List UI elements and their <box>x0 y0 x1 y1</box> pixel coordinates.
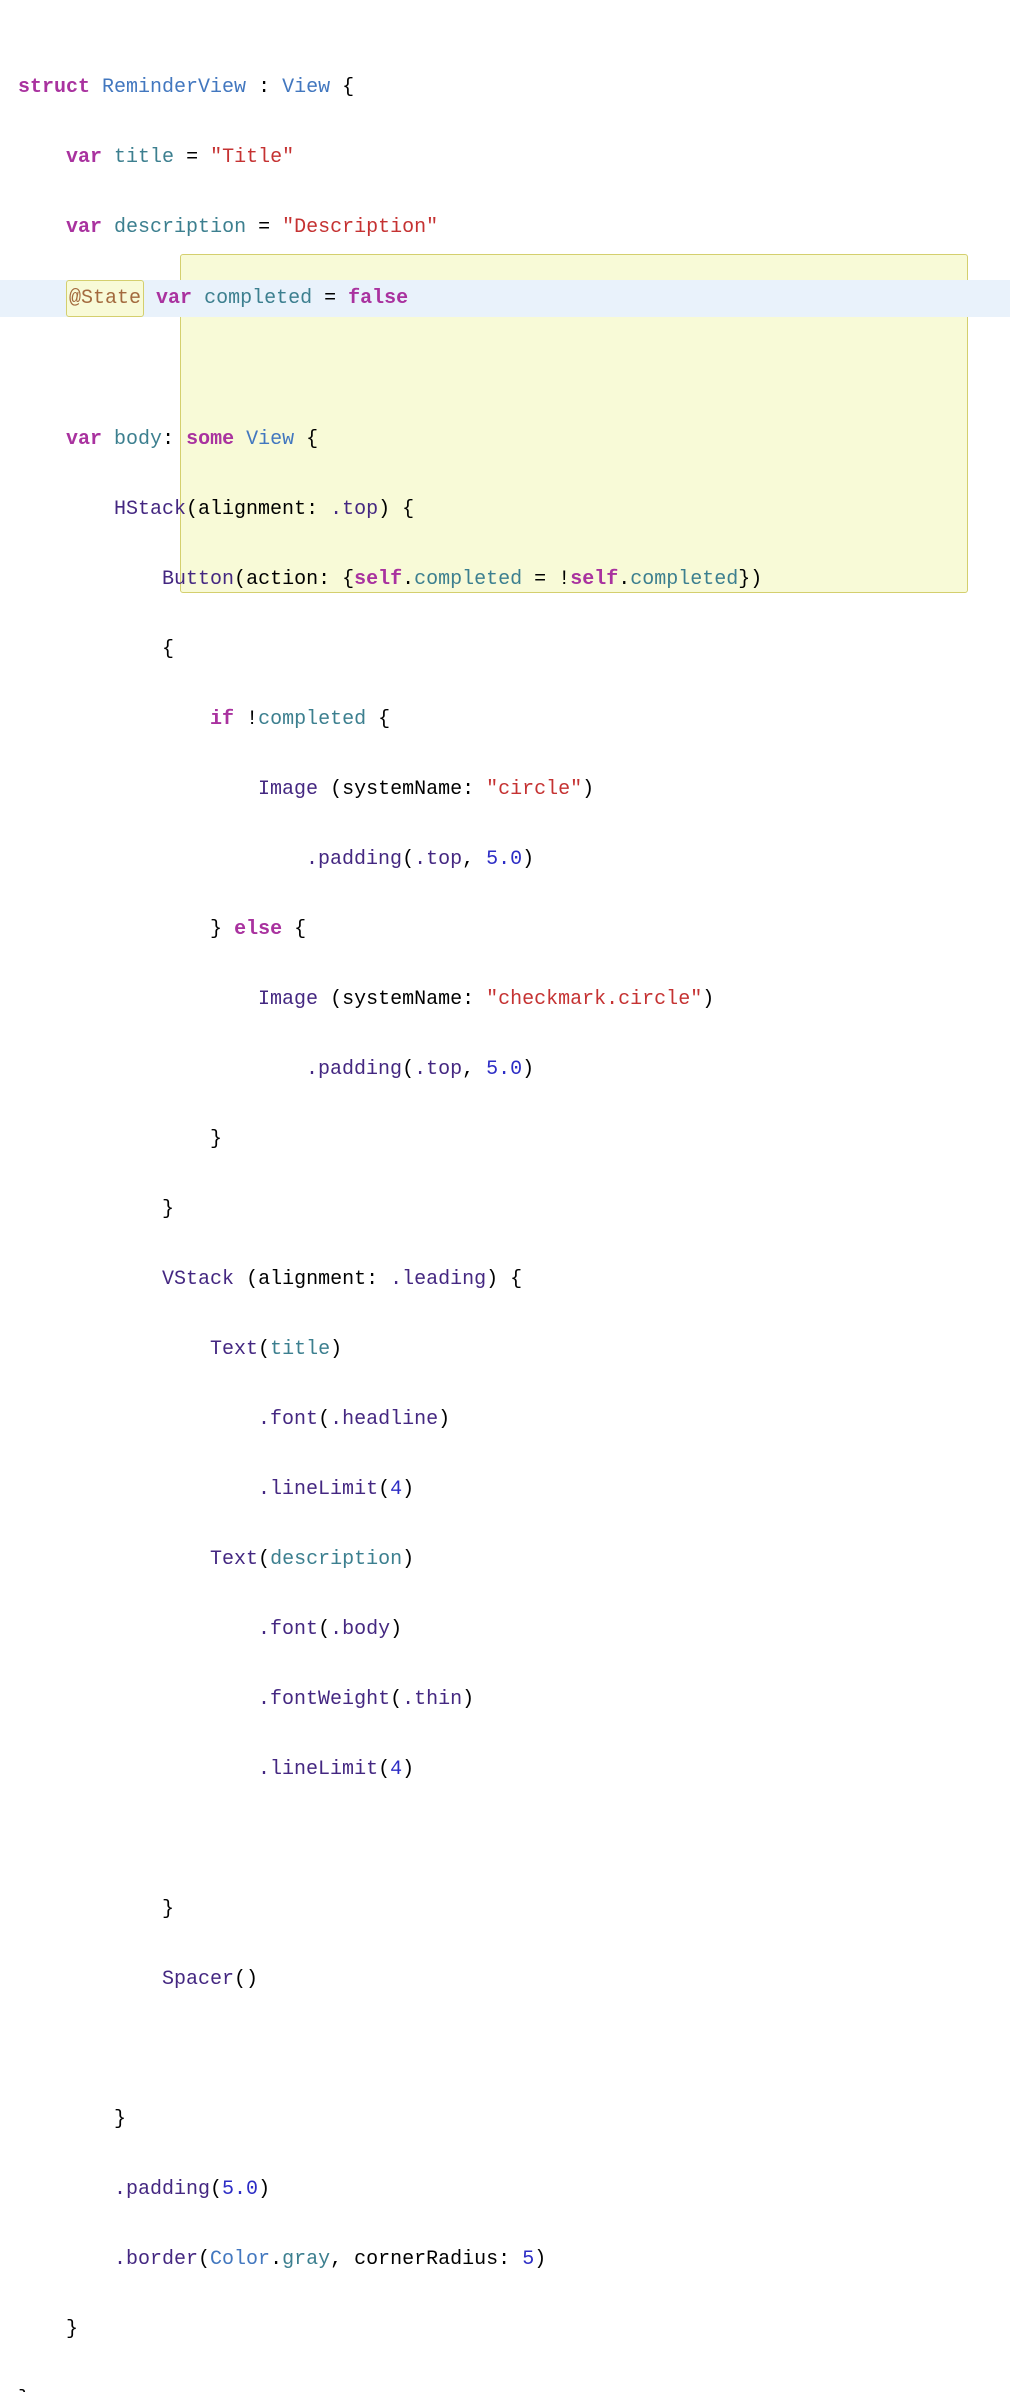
code-line: var description = "Description" <box>0 210 1010 245</box>
code-line-highlighted: @State var completed = false <box>0 280 1010 317</box>
code-line: struct ReminderView : View { <box>0 70 1010 105</box>
code-line: if !completed { <box>0 702 1010 737</box>
code-line: } <box>0 1892 1010 1927</box>
code-line: .font(.headline) <box>0 1402 1010 1437</box>
highlight-box-state: @State <box>66 280 144 317</box>
code-line: .font(.body) <box>0 1612 1010 1647</box>
code-line: Button(action: {self.completed = !self.c… <box>0 562 1010 597</box>
code-line: Text(description) <box>0 1542 1010 1577</box>
code-line: VStack (alignment: .leading) { <box>0 1262 1010 1297</box>
code-line: } <box>0 2312 1010 2347</box>
code-line: HStack(alignment: .top) { <box>0 492 1010 527</box>
code-line: var body: some View { <box>0 422 1010 457</box>
code-line: .padding(.top, 5.0) <box>0 1052 1010 1087</box>
code-line: .fontWeight(.thin) <box>0 1682 1010 1717</box>
code-line: .lineLimit(4) <box>0 1752 1010 1787</box>
code-line: .border(Color.gray, cornerRadius: 5) <box>0 2242 1010 2277</box>
code-line: .padding(.top, 5.0) <box>0 842 1010 877</box>
code-line: } <box>0 2382 1010 2392</box>
code-line <box>0 1822 1010 1857</box>
code-line <box>0 352 1010 387</box>
code-line: Image (systemName: "checkmark.circle") <box>0 982 1010 1017</box>
code-block: struct ReminderView : View { var title =… <box>0 0 1010 2392</box>
code-line: Text(title) <box>0 1332 1010 1367</box>
code-line: } <box>0 2102 1010 2137</box>
code-line: .padding(5.0) <box>0 2172 1010 2207</box>
code-line: } <box>0 1192 1010 1227</box>
code-line: } <box>0 1122 1010 1157</box>
code-line: Spacer() <box>0 1962 1010 1997</box>
code-line: var title = "Title" <box>0 140 1010 175</box>
code-line: { <box>0 632 1010 667</box>
code-line: } else { <box>0 912 1010 947</box>
code-line: .lineLimit(4) <box>0 1472 1010 1507</box>
code-line <box>0 2032 1010 2067</box>
code-line: Image (systemName: "circle") <box>0 772 1010 807</box>
